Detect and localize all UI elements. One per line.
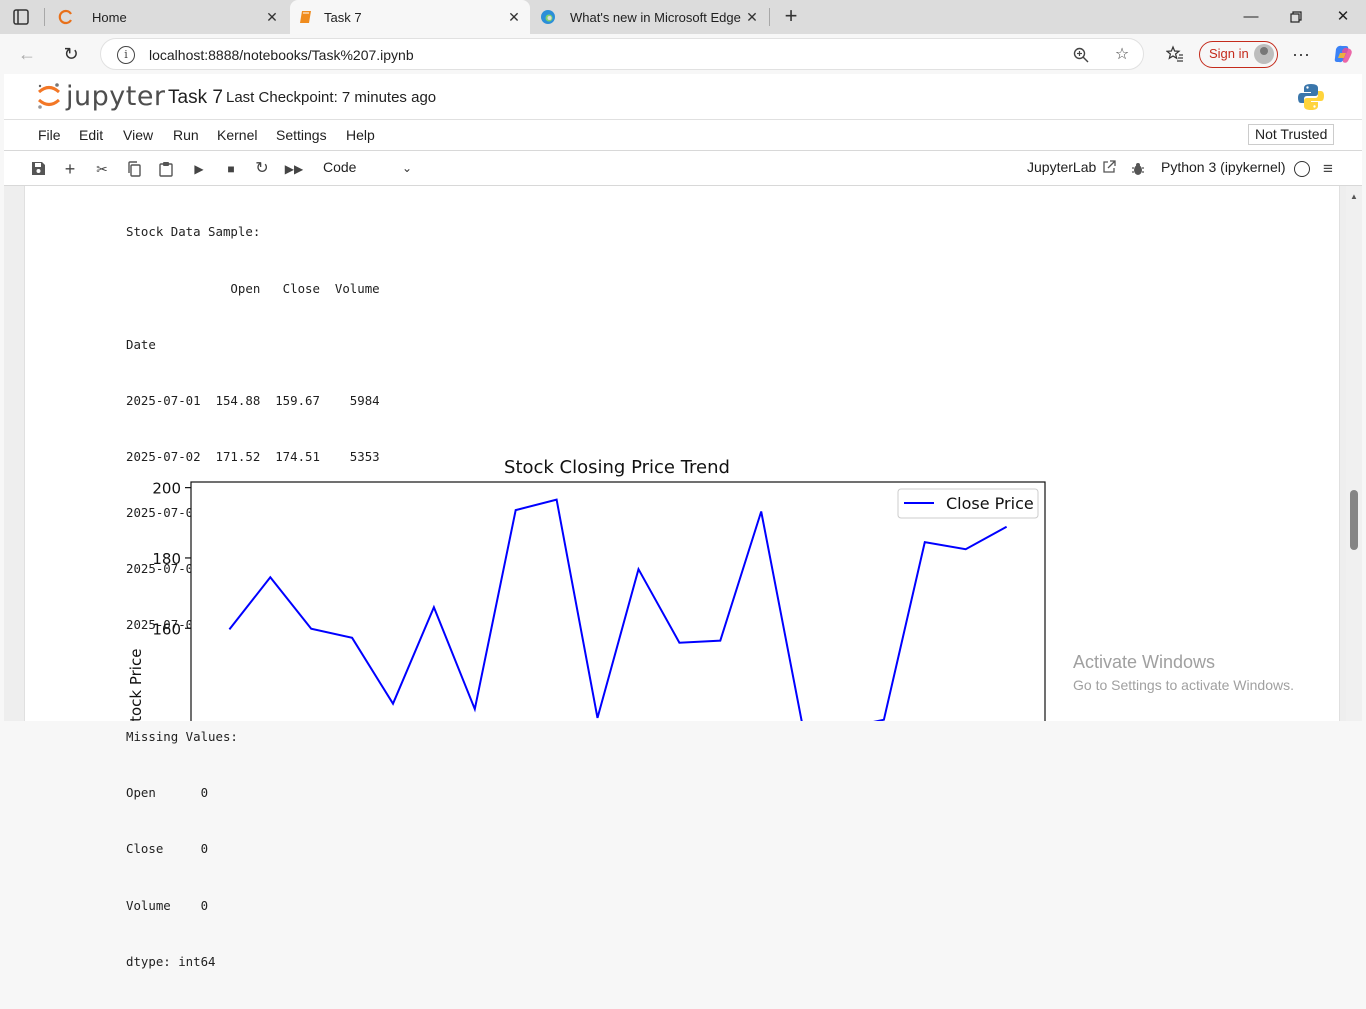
notebook-area: Stock Data Sample: Open Close Volume Dat… (4, 186, 1362, 721)
output-line: Missing Values: (126, 728, 380, 747)
output-line: Date (126, 336, 380, 355)
sign-in-label: Sign in (1209, 46, 1249, 61)
zoom-icon[interactable] (1071, 45, 1091, 65)
favorite-star-icon[interactable]: ☆ (1112, 45, 1132, 65)
jupyter-logo-text: jupyter (66, 81, 166, 112)
sign-in-button[interactable]: Sign in (1199, 41, 1278, 68)
tab-home-close-icon[interactable]: ✕ (264, 9, 280, 25)
output-line: 2025-07-05 142.37 138.55 5187 (126, 616, 380, 635)
cell-type-select[interactable]: Code (323, 159, 356, 175)
menu-settings[interactable]: Settings (276, 127, 327, 143)
menu-view[interactable]: View (123, 127, 153, 143)
new-tab-icon[interactable]: + (780, 6, 802, 28)
menu-hamburger-icon[interactable]: ≡ (1318, 159, 1338, 179)
insert-cell-icon[interactable]: + (60, 159, 80, 179)
tab-edge-title: What's new in Microsoft Edge (570, 10, 741, 25)
output-line: Open Close Volume (126, 280, 380, 299)
jupyter-logo[interactable]: jupyter (36, 80, 166, 112)
tab-task7-close-icon[interactable]: ✕ (506, 9, 522, 25)
copy-icon[interactable] (124, 159, 144, 179)
scrollbar-thumb[interactable] (1350, 490, 1358, 550)
paste-icon[interactable] (156, 159, 176, 179)
tab-separator (44, 8, 45, 26)
tab-home[interactable]: Home ✕ (50, 0, 288, 34)
notebook-toolbar: + ✂ ▶ ■ ↻ ▶▶ Code ⌄ JupyterLab Python 3 … (4, 151, 1362, 186)
notebook-title[interactable]: Task 7 (168, 87, 223, 109)
output-line: dtype: int64 (126, 953, 380, 972)
edge-logo-icon (540, 9, 556, 25)
tab-separator (769, 8, 770, 26)
profile-avatar-icon (1254, 44, 1274, 64)
menu-edit[interactable]: Edit (79, 127, 103, 143)
menu-run[interactable]: Run (173, 127, 199, 143)
restore-icon[interactable] (1285, 6, 1307, 28)
tab-task7[interactable]: Task 7 ✕ (290, 0, 530, 34)
menu-help[interactable]: Help (346, 127, 375, 143)
last-checkpoint: Last Checkpoint: 7 minutes ago (226, 89, 436, 106)
stop-icon[interactable]: ■ (221, 159, 241, 179)
notebook-panel: Stock Data Sample: Open Close Volume Dat… (24, 186, 1340, 721)
cut-icon[interactable]: ✂ (92, 159, 112, 179)
output-line: 2025-07-02 171.52 174.51 5353 (126, 448, 380, 467)
site-info-icon[interactable]: i (117, 46, 135, 64)
debugger-bug-icon[interactable] (1128, 159, 1148, 179)
restart-icon[interactable]: ↻ (252, 159, 272, 179)
external-link-icon[interactable] (1099, 157, 1119, 177)
tab-edge-whats-new[interactable]: What's new in Microsoft Edge ✕ (532, 0, 768, 34)
kernel-name[interactable]: Python 3 (ipykernel) (1161, 159, 1286, 175)
output-line: 2025-07-04 154.49 157.30 8250 (126, 560, 380, 579)
cell-output-text: Stock Data Sample: Open Close Volume Dat… (126, 186, 380, 1009)
browser-tab-strip: Home ✕ Task 7 ✕ What's new in Microsoft … (0, 0, 1366, 34)
output-line: 2025-07-01 154.88 159.67 5984 (126, 392, 380, 411)
kernel-status-idle-icon (1294, 161, 1310, 177)
jupyter-logo-icon (36, 81, 62, 111)
notebook-scrollbar[interactable]: ▲ (1346, 186, 1362, 721)
output-line (126, 672, 380, 691)
output-line: Stock Data Sample: (126, 223, 380, 242)
tab-actions-icon[interactable] (12, 8, 30, 26)
copilot-icon[interactable] (1332, 43, 1354, 65)
minimize-icon[interactable]: — (1240, 6, 1262, 28)
edge-home-icon (58, 9, 74, 25)
close-window-icon[interactable]: ✕ (1332, 6, 1354, 28)
output-line: Volume 0 (126, 897, 380, 916)
tab-task7-title: Task 7 (324, 10, 362, 25)
open-jupyterlab-link[interactable]: JupyterLab (1027, 159, 1096, 175)
url-text[interactable]: localhost:8888/notebooks/Task%207.ipynb (149, 47, 414, 63)
menu-kernel[interactable]: Kernel (217, 127, 257, 143)
jupyter-header: jupyter Task 7 Last Checkpoint: 7 minute… (4, 74, 1362, 120)
output-line: Close 0 (126, 840, 380, 859)
activate-windows-subtitle: Go to Settings to activate Windows. (1073, 677, 1294, 693)
back-icon[interactable]: ← (16, 43, 38, 65)
more-options-icon[interactable]: ··· (1290, 43, 1312, 65)
fast-forward-icon[interactable]: ▶▶ (284, 159, 304, 179)
chevron-down-icon[interactable]: ⌄ (402, 161, 412, 175)
activate-windows-title: Activate Windows (1073, 652, 1215, 673)
save-icon[interactable] (28, 159, 48, 179)
menu-bar: File Edit View Run Kernel Settings Help … (4, 120, 1362, 151)
address-bar[interactable]: i localhost:8888/notebooks/Task%207.ipyn… (100, 38, 1144, 70)
menu-file[interactable]: File (38, 127, 61, 143)
tab-home-title: Home (92, 10, 127, 25)
run-icon[interactable]: ▶ (189, 159, 209, 179)
output-line: Open 0 (126, 784, 380, 803)
scroll-up-icon[interactable]: ▲ (1350, 192, 1358, 201)
trust-status-button[interactable]: Not Trusted (1248, 124, 1334, 145)
address-bar-row: ← ↻ i localhost:8888/notebooks/Task%207.… (0, 34, 1366, 74)
output-line: 2025-07-03 160.28 159.89 9622 (126, 504, 380, 523)
favorites-icon[interactable] (1164, 43, 1186, 65)
notebook-icon (298, 9, 314, 25)
tab-edge-close-icon[interactable]: ✕ (744, 9, 760, 25)
refresh-icon[interactable]: ↻ (60, 43, 82, 65)
python-logo-icon (1296, 82, 1326, 112)
